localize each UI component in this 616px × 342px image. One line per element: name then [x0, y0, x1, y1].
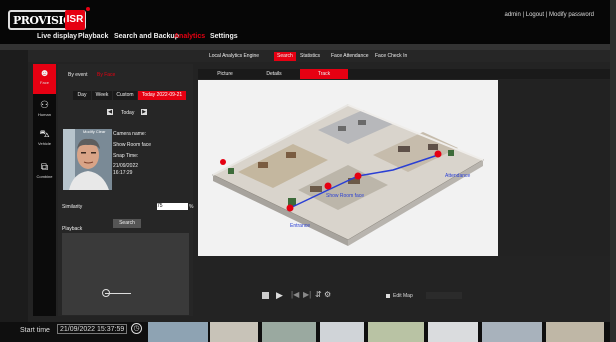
vehicle-icon: ⛍ [39, 129, 50, 140]
date-tab-week[interactable]: Week [92, 91, 112, 100]
camera-thumbnail[interactable] [368, 322, 424, 342]
menu-item-combine-label: Combine [36, 174, 53, 179]
camera-thumbnail[interactable] [428, 322, 478, 342]
start-time-input[interactable]: 21/09/2022 15:37:59 [57, 324, 127, 334]
menu-item-human-label: Human [38, 112, 51, 117]
tab-local-analytics-engine[interactable]: Local Analytics Engine [206, 52, 262, 61]
snap-time-label: Snap Time: [113, 153, 139, 159]
track-map-view[interactable]: Attendance Show Room face Entrance [198, 80, 498, 256]
prev-track-button[interactable]: |◀ [291, 290, 299, 299]
tab-face-check-in[interactable]: Face Check In [372, 52, 410, 61]
menu-item-combine[interactable]: ⧉ Combine [33, 162, 56, 186]
tab-search[interactable]: Search [274, 52, 296, 61]
camera-thumbnail[interactable] [320, 322, 364, 342]
tab-details[interactable]: Details [252, 69, 296, 79]
today-label: Today [121, 110, 135, 116]
next-track-button[interactable]: ▶| [303, 290, 311, 299]
tab-track[interactable]: Track [300, 69, 348, 79]
search-button[interactable]: Search [113, 219, 141, 228]
date-tab-custom[interactable]: Custom [113, 91, 137, 100]
prev-day-button[interactable]: ◀ [107, 109, 113, 115]
edit-map-checkbox[interactable] [386, 294, 390, 298]
face-portrait-image [63, 129, 112, 190]
snap-date-value: 21/09/2022 [113, 163, 139, 169]
menu-item-vehicle-label: Vehicle [38, 141, 51, 146]
map-label-attendance: Attendance [445, 173, 471, 179]
nav-live-display[interactable]: Live display [37, 33, 77, 40]
nav-analytics[interactable]: Analytics [174, 33, 205, 40]
face-snapshot[interactable] [63, 129, 112, 190]
edit-map-label[interactable]: Edit Map [393, 293, 413, 299]
start-time-label: Start time [20, 327, 50, 334]
stop-button[interactable] [262, 292, 269, 299]
user-links[interactable]: admin | Logout | Modify password [505, 12, 595, 18]
tab-statistics[interactable]: Statistics [297, 52, 323, 61]
brand-logo[interactable]: PROVISION ISR [8, 10, 86, 30]
similarity-percent: % [189, 204, 194, 210]
similarity-input[interactable]: 75 [157, 203, 188, 210]
map-label-entrance: Entrance [290, 223, 311, 229]
tab-picture[interactable]: Picture [203, 69, 247, 79]
human-icon: ⚇ [40, 100, 49, 111]
logo-registered-mark [86, 7, 90, 11]
modify-clear-link[interactable]: Modify Clear [83, 129, 105, 134]
floor-plan-map [211, 104, 485, 246]
by-event-dropdown[interactable]: By Face [97, 72, 115, 78]
menu-item-face[interactable]: ☻ Face [33, 64, 56, 94]
camera-thumbnail[interactable] [210, 322, 258, 342]
date-tab-day[interactable]: Day [73, 91, 91, 100]
camera-name-label: Camera name: [113, 131, 147, 137]
menu-item-vehicle[interactable]: ⛍ Vehicle [33, 129, 56, 153]
settings-gear-icon[interactable]: ⚙ [324, 290, 331, 299]
by-event-label: By event [68, 72, 88, 78]
similarity-label: Similarity [62, 204, 83, 210]
map-side-area [498, 80, 610, 256]
playback-label: Playback [62, 226, 83, 232]
menu-item-face-label: Face [40, 80, 49, 85]
playback-preview[interactable] [62, 233, 189, 315]
camera-thumbnail[interactable] [546, 322, 604, 342]
playback-slider-handle[interactable] [102, 289, 110, 297]
next-day-button[interactable]: ▶ [141, 109, 147, 115]
nav-settings[interactable]: Settings [210, 33, 238, 40]
clock-icon[interactable]: ◷ [131, 323, 142, 334]
speed-icon[interactable]: ⇵ [315, 290, 322, 299]
map-label-show-room: Show Room face [326, 193, 365, 199]
nav-search-and-backup[interactable]: Search and Backup [114, 33, 179, 40]
nav-playback[interactable]: Playback [78, 33, 108, 40]
camera-thumbnail[interactable] [148, 322, 208, 342]
date-tab-today[interactable]: Today 2022-09-21 [138, 91, 186, 100]
snap-time-value: 16:17:29 [113, 170, 133, 176]
camera-name-value: Show Room face [113, 142, 152, 148]
face-icon: ☻ [39, 68, 50, 79]
tab-face-attendance[interactable]: Face Attendance [328, 52, 372, 61]
camera-thumbnail[interactable] [482, 322, 542, 342]
vertical-scrollbar[interactable] [610, 0, 616, 342]
combine-icon: ⧉ [40, 162, 49, 173]
logo-badge: ISR [65, 10, 85, 30]
menu-item-human[interactable]: ⚇ Human [33, 100, 56, 124]
map-select-box[interactable] [426, 292, 462, 299]
camera-thumbnail[interactable] [262, 322, 316, 342]
play-button[interactable]: ▶ [276, 290, 283, 301]
